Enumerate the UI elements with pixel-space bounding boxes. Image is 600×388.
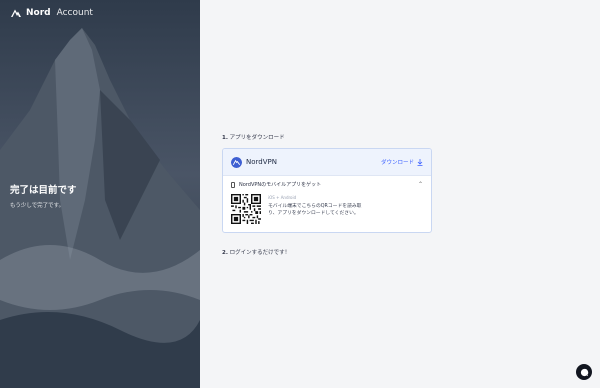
- brand-name: Nord: [26, 8, 51, 18]
- qr-text: iOS + Android モバイル端末でこちらのQRコードを読み取り、アプリを…: [268, 194, 364, 224]
- nordvpn-icon: [231, 156, 242, 168]
- step-1-label: アプリをダウンロード: [229, 135, 285, 141]
- app-title: NordVPN: [231, 156, 277, 168]
- download-icon: [417, 158, 423, 166]
- card-header: NordVPN ダウンロード: [223, 149, 431, 176]
- mobile-label: NordVPNのモバイルアプリをゲット: [239, 182, 322, 188]
- chat-icon: [580, 368, 588, 376]
- app-name: NordVPN: [246, 158, 277, 166]
- main-content: 1. アプリをダウンロード NordVPN ダウンロード NordVPNのモバイ…: [222, 133, 432, 256]
- mobile-app-toggle[interactable]: NordVPNのモバイルアプリをゲット ⌃: [223, 176, 431, 192]
- hero-panel: Nord Account 完了は目前です もう少しで完了です。: [0, 0, 200, 388]
- hero-title: 完了は目前です: [10, 185, 77, 196]
- step-1-heading: 1. アプリをダウンロード: [222, 133, 432, 141]
- download-card: NordVPN ダウンロード NordVPNのモバイルアプリをゲット ⌃ iOS…: [222, 148, 432, 233]
- phone-icon: [231, 181, 235, 188]
- hero-text: 完了は目前です もう少しで完了です。: [10, 182, 77, 209]
- chevron-up-icon[interactable]: ⌃: [418, 181, 423, 188]
- step-2-label: ログインするだけです！: [229, 250, 291, 256]
- download-button[interactable]: ダウンロード: [381, 158, 423, 166]
- nord-logo-icon: [11, 9, 21, 17]
- download-label: ダウンロード: [380, 160, 414, 166]
- step-2-heading: 2. ログインするだけです！: [222, 248, 432, 256]
- hero-subtitle: もう少しで完了です。: [10, 203, 65, 209]
- chat-button[interactable]: [576, 364, 592, 380]
- qr-description: モバイル端末でこちらのQRコードを読み取り、アプリをダウンロードしてください。: [268, 204, 362, 216]
- step-1-number: 1.: [222, 135, 228, 141]
- brand[interactable]: Nord Account: [10, 8, 93, 18]
- qr-section: iOS + Android モバイル端末でこちらのQRコードを読み取り、アプリを…: [223, 192, 431, 232]
- os-label: iOS + Android: [268, 195, 297, 200]
- qr-code-icon: [231, 194, 261, 224]
- brand-product: Account: [56, 8, 93, 18]
- step-2-number: 2.: [222, 250, 228, 256]
